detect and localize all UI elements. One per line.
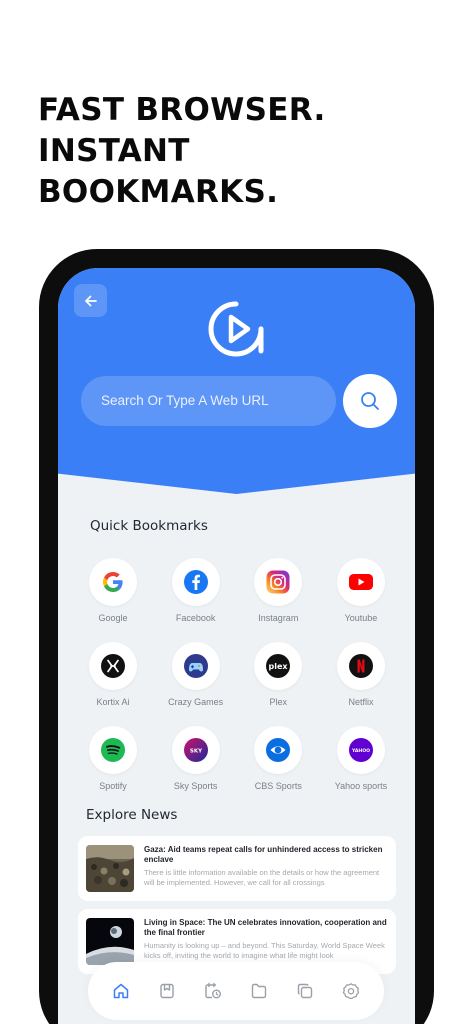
news-list: Gaza: Aid teams repeat calls for unhinde… [78, 836, 396, 982]
headline-line-3: BOOKMARKS. [38, 174, 279, 210]
nav-bookmarks[interactable] [155, 979, 179, 1003]
bookmarks-row: Kortix Ai Crazy Games plex Plex Netflix [72, 642, 402, 707]
explore-news-title: Explore News [86, 807, 178, 823]
back-button[interactable] [74, 284, 107, 317]
bookmark-icon [160, 983, 174, 999]
bookmark-plex[interactable]: plex Plex [237, 642, 319, 707]
bookmark-sky-sports[interactable]: SKY Sky Sports [155, 726, 237, 791]
bookmark-label: Youtube [344, 613, 378, 623]
nav-settings[interactable] [339, 979, 363, 1003]
svg-text:SKY: SKY [190, 748, 203, 754]
bookmark-yahoo-sports[interactable]: YAHOO Yahoo sports [320, 726, 402, 791]
bookmark-cbs-sports[interactable]: CBS Sports [237, 726, 319, 791]
bottom-navigation [88, 962, 384, 1020]
bookmark-label: Crazy Games [168, 697, 224, 707]
nav-tabs[interactable] [293, 979, 317, 1003]
bookmark-crazy-games[interactable]: Crazy Games [155, 642, 237, 707]
bookmark-label: Sky Sports [173, 781, 218, 791]
bookmark-kortix[interactable]: Kortix Ai [72, 642, 154, 707]
nav-home[interactable] [109, 979, 133, 1003]
news-card[interactable]: Gaza: Aid teams repeat calls for unhinde… [78, 836, 396, 901]
browser-logo-icon [208, 301, 264, 357]
bookmark-label: Instagram [258, 613, 299, 623]
crazy-games-icon [183, 654, 208, 678]
bookmark-facebook[interactable]: Facebook [155, 558, 237, 623]
news-thumbnail [86, 918, 134, 965]
bookmark-instagram[interactable]: Instagram [237, 558, 319, 623]
tabs-icon [297, 983, 313, 999]
bookmark-label: Netflix [348, 697, 374, 707]
nav-files[interactable] [247, 979, 271, 1003]
search-button[interactable] [343, 374, 397, 428]
cbs-sports-icon [266, 738, 291, 762]
news-title: Gaza: Aid teams repeat calls for unhinde… [144, 845, 383, 864]
bookmark-label: Spotify [99, 781, 127, 791]
yahoo-sports-icon: YAHOO [348, 738, 373, 762]
bookmark-spotify[interactable]: Spotify [72, 726, 154, 791]
astronaut-photo-icon [86, 918, 134, 965]
crowd-photo-icon [86, 845, 134, 892]
facebook-icon [183, 570, 208, 594]
quick-bookmarks-title: Quick Bookmarks [90, 518, 208, 534]
bookmark-label: CBS Sports [254, 781, 302, 791]
news-thumbnail [86, 845, 134, 892]
bookmark-label: Yahoo sports [334, 781, 388, 791]
news-title: Living in Space: The UN celebrates innov… [144, 918, 387, 937]
folder-icon [251, 983, 267, 999]
bookmarks-row: Google Facebook Instagram Youtube [72, 558, 402, 623]
plex-icon: plex [266, 654, 291, 678]
home-icon [113, 983, 129, 999]
search-input[interactable]: Search Or Type A Web URL [81, 376, 336, 426]
bookmarks-row: Spotify SKY Sky Sports CBS Sports YAHOO … [72, 726, 402, 791]
nav-history[interactable] [201, 979, 225, 1003]
phone-screen: Search Or Type A Web URL Quick Bookmarks… [58, 268, 415, 1024]
bookmark-netflix[interactable]: Netflix [320, 642, 402, 707]
spotify-icon [101, 738, 125, 762]
bookmark-label: Plex [269, 697, 288, 707]
youtube-icon [348, 574, 373, 590]
headline-line-1: FAST BROWSER. [38, 92, 326, 128]
history-icon [205, 982, 221, 999]
arrow-left-icon [84, 295, 97, 306]
bookmark-label: Kortix Ai [96, 697, 130, 707]
news-description: Humanity is looking up – and beyond. Thi… [144, 941, 385, 960]
kortix-icon [101, 654, 125, 678]
search-icon [361, 392, 379, 410]
headline: FAST BROWSER. INSTANT BOOKMARKS. [38, 90, 438, 213]
bookmark-label: Facebook [175, 613, 216, 623]
bookmark-label: Google [98, 613, 128, 623]
svg-text:plex: plex [269, 662, 289, 671]
sky-sports-icon: SKY [183, 738, 208, 762]
bookmarks-grid: Google Facebook Instagram Youtube Kortix… [72, 558, 402, 810]
bookmark-google[interactable]: Google [72, 558, 154, 623]
google-icon [103, 572, 123, 592]
bookmark-youtube[interactable]: Youtube [320, 558, 402, 623]
settings-icon [342, 983, 360, 1000]
news-description: There is little information available on… [144, 868, 380, 887]
headline-line-2: INSTANT [38, 133, 190, 169]
svg-text:YAHOO: YAHOO [351, 748, 370, 754]
netflix-icon [348, 654, 373, 678]
instagram-icon [266, 570, 290, 594]
